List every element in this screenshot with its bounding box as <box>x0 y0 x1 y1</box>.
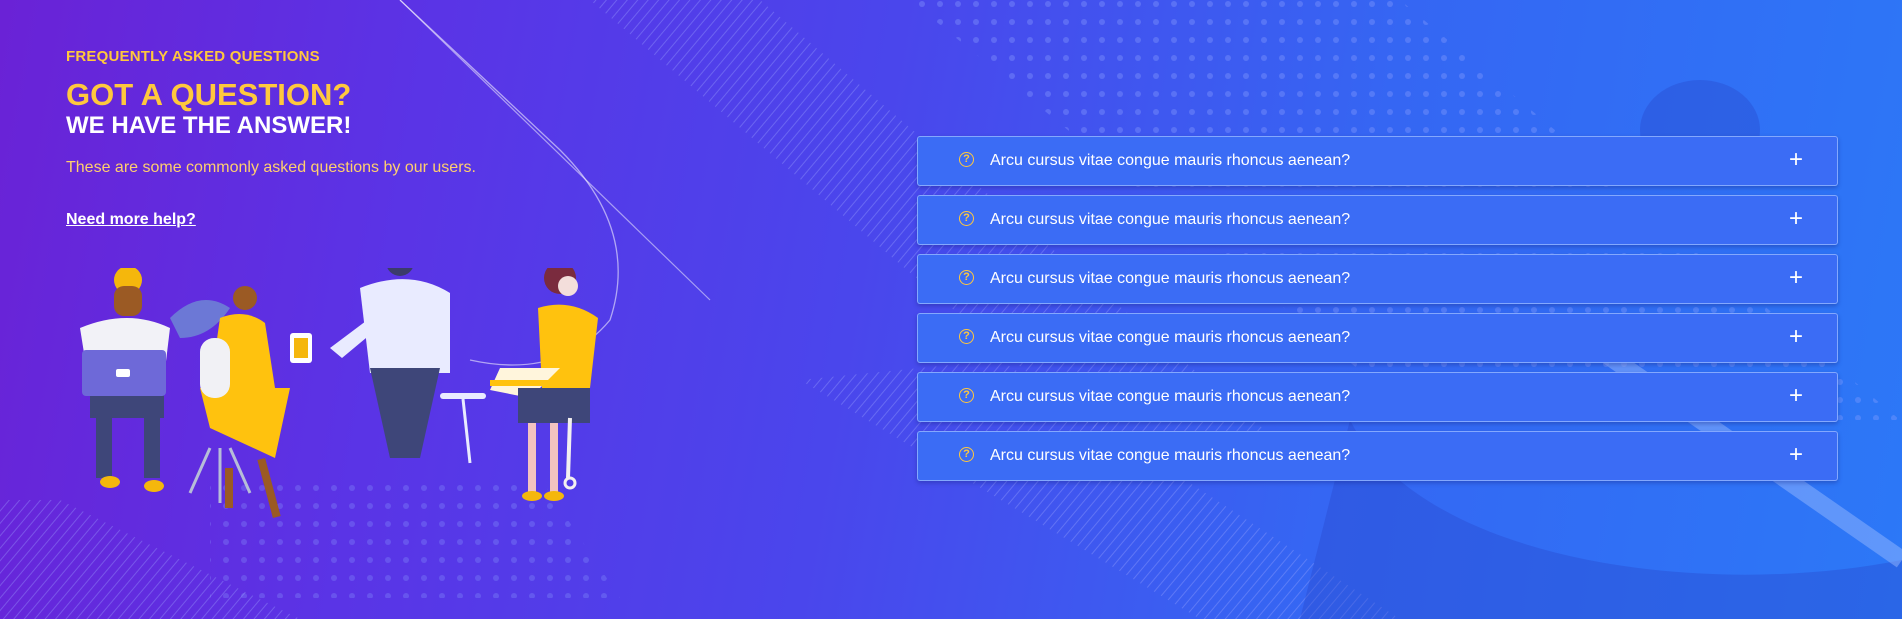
eyebrow-text: FREQUENTLY ASKED QUESTIONS <box>66 48 320 65</box>
faq-item[interactable]: ? Arcu cursus vitae congue mauris rhoncu… <box>917 136 1838 186</box>
faq-question: Arcu cursus vitae congue mauris rhoncus … <box>990 388 1351 405</box>
people-illustration <box>80 268 620 598</box>
faq-item[interactable]: ? Arcu cursus vitae congue mauris rhoncu… <box>917 372 1838 422</box>
page-title: GOT A QUESTION? <box>66 77 352 112</box>
faq-question: Arcu cursus vitae congue mauris rhoncus … <box>990 270 1351 287</box>
faq-item[interactable]: ? Arcu cursus vitae congue mauris rhoncu… <box>917 431 1838 481</box>
faq-item[interactable]: ? Arcu cursus vitae congue mauris rhoncu… <box>917 313 1838 363</box>
faq-item[interactable]: ? Arcu cursus vitae congue mauris rhoncu… <box>917 254 1838 304</box>
faq-accordion: ? Arcu cursus vitae congue mauris rhoncu… <box>917 136 1838 490</box>
plus-icon[interactable]: + <box>1789 146 1803 174</box>
faq-question: Arcu cursus vitae congue mauris rhoncus … <box>990 152 1351 169</box>
need-more-help-link[interactable]: Need more help? <box>66 211 196 229</box>
question-circle-icon: ? <box>959 387 974 403</box>
faq-item[interactable]: ? Arcu cursus vitae congue mauris rhoncu… <box>917 195 1838 245</box>
plus-icon[interactable]: + <box>1789 441 1803 469</box>
faq-question: Arcu cursus vitae congue mauris rhoncus … <box>990 329 1351 346</box>
faq-question: Arcu cursus vitae congue mauris rhoncus … <box>990 447 1351 464</box>
question-circle-icon: ? <box>959 446 974 462</box>
person-with-laptop-illustration <box>80 268 170 492</box>
person-with-notebook-illustration <box>490 268 598 501</box>
plus-icon[interactable]: + <box>1789 323 1803 351</box>
faq-question: Arcu cursus vitae congue mauris rhoncus … <box>990 211 1351 228</box>
intro-description: These are some commonly asked questions … <box>66 159 476 176</box>
question-circle-icon: ? <box>959 151 974 167</box>
faq-intro: FREQUENTLY ASKED QUESTIONS GOT A QUESTIO… <box>66 48 586 229</box>
question-circle-icon: ? <box>959 210 974 226</box>
standing-person-illustration <box>330 268 486 464</box>
plus-icon[interactable]: + <box>1789 205 1803 233</box>
question-circle-icon: ? <box>959 269 974 285</box>
question-circle-icon: ? <box>959 328 974 344</box>
page-subtitle: WE HAVE THE ANSWER! <box>66 112 352 139</box>
plus-icon[interactable]: + <box>1789 264 1803 292</box>
plus-icon[interactable]: + <box>1789 382 1803 410</box>
